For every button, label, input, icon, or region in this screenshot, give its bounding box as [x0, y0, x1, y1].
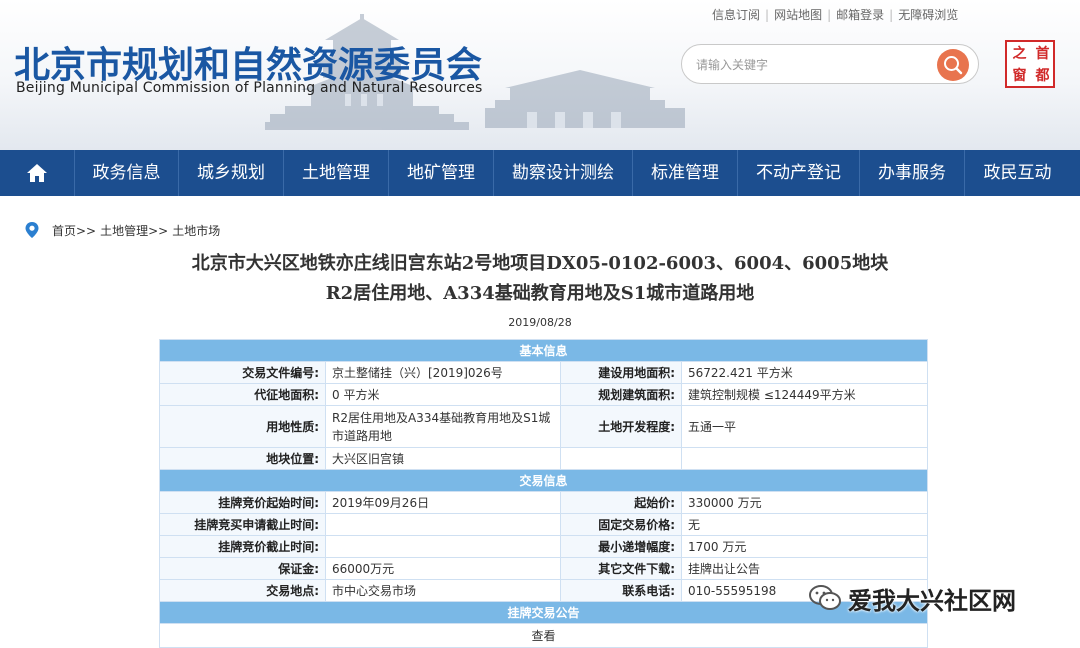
- site-logo-subtitle: Beijing Municipal Commission of Planning…: [16, 80, 483, 96]
- breadcrumb-home[interactable]: 首页>>: [52, 222, 96, 239]
- article-title: 北京市大兴区地铁亦庄线旧宫东站2号地项目DX05-0102-6003、6004、…: [0, 249, 1080, 309]
- breadcrumb-land-market[interactable]: 土地市场: [172, 222, 220, 239]
- home-icon: [27, 164, 47, 182]
- value-location: 大兴区旧宫镇: [325, 447, 561, 470]
- label-application-deadline: 挂牌竞买申请截止时间:: [159, 513, 326, 536]
- nav-item-real-estate-registration[interactable]: 不动产登记: [738, 150, 860, 196]
- label-bidding-deadline: 挂牌竞价截止时间:: [159, 535, 326, 558]
- watermark: 爱我大兴社区网: [808, 580, 1016, 616]
- empty-cell: [680, 447, 929, 470]
- label-doc-number: 交易文件编号:: [159, 361, 326, 384]
- top-links: 信息订阅 | 网站地图 | 邮箱登录 | 无障碍浏览: [712, 6, 958, 23]
- label-contact-phone: 联系电话:: [560, 579, 682, 602]
- value-development-level: 五通一平: [680, 405, 929, 448]
- capital-window-seal-logo[interactable]: 之 首 窗 都: [1005, 40, 1055, 88]
- seal-char: 都: [1035, 68, 1050, 84]
- article-date: 2019/08/28: [508, 316, 572, 329]
- link-sitemap[interactable]: 网站地图: [774, 8, 822, 22]
- site-header: 信息订阅 | 网站地图 | 邮箱登录 | 无障碍浏览 北京市规划和自然资源委员会 Beiji…: [0, 0, 1080, 150]
- empty-cell: [560, 447, 682, 470]
- value-trading-venue: 市中心交易市场: [325, 579, 561, 602]
- label-deposit: 保证金:: [159, 557, 326, 580]
- value-bidding-deadline: [325, 535, 561, 558]
- article-title-line1: 北京市大兴区地铁亦庄线旧宫东站2号地项目DX05-0102-6003、6004、…: [191, 253, 889, 274]
- value-fixed-price: 无: [680, 513, 929, 536]
- label-fixed-price: 固定交易价格:: [560, 513, 682, 536]
- search-box: [681, 44, 979, 84]
- breadcrumb: 首页>> 土地管理>> 土地市场: [24, 220, 220, 240]
- nav-item-government-info[interactable]: 政务信息: [75, 150, 179, 196]
- search-icon: [944, 56, 963, 75]
- search-button[interactable]: [937, 49, 969, 81]
- value-construction-land-area: 56722.421 平方米: [680, 361, 929, 384]
- value-land-use: R2居住用地及A334基础教育用地及S1城市道路用地: [325, 405, 561, 448]
- nav-item-services[interactable]: 办事服务: [860, 150, 965, 196]
- label-listing-start-time: 挂牌竞价起始时间:: [159, 491, 326, 514]
- seal-char: 首: [1035, 46, 1050, 62]
- value-planned-building-area: 建筑控制规模 ≤124449平方米: [680, 383, 929, 406]
- value-listing-start-time: 2019年09月26日: [325, 491, 561, 514]
- label-levy-area: 代征地面积:: [159, 383, 326, 406]
- value-doc-number: 京土整储挂（兴）[2019]026号: [325, 361, 561, 384]
- value-start-price: 330000 万元: [680, 491, 929, 514]
- value-levy-area: 0 平方米: [325, 383, 561, 406]
- link-accessibility[interactable]: 无障碍浏览: [898, 8, 958, 22]
- nav-item-land-management[interactable]: 土地管理: [284, 150, 389, 196]
- divider: |: [889, 8, 894, 22]
- label-start-price: 起始价:: [560, 491, 682, 514]
- seal-char: 之: [1012, 46, 1027, 62]
- nav-item-mineral-management[interactable]: 地矿管理: [389, 150, 494, 196]
- label-construction-land-area: 建设用地面积:: [560, 361, 682, 384]
- label-planned-building-area: 规划建筑面积:: [560, 383, 682, 406]
- label-location: 地块位置:: [159, 447, 326, 470]
- section-header-basic-info: 基本信息: [158, 339, 929, 362]
- label-min-increment: 最小递增幅度:: [560, 535, 682, 558]
- label-development-level: 土地开发程度:: [560, 405, 682, 448]
- link-subscribe[interactable]: 信息订阅: [712, 8, 760, 22]
- label-land-use: 用地性质:: [159, 405, 326, 448]
- link-mail-login[interactable]: 邮箱登录: [836, 8, 884, 22]
- section-header-trade-info: 交易信息: [158, 469, 929, 492]
- value-deposit: 66000万元: [325, 557, 561, 580]
- label-trading-venue: 交易地点:: [159, 579, 326, 602]
- location-pin-icon: [25, 222, 39, 238]
- nav-item-interaction[interactable]: 政民互动: [965, 150, 1070, 196]
- breadcrumb-land-management[interactable]: 土地管理>>: [100, 222, 168, 239]
- divider: |: [765, 8, 770, 22]
- label-other-documents: 其它文件下载:: [560, 557, 682, 580]
- watermark-text: 爱我大兴社区网: [848, 586, 1016, 615]
- nav-item-survey-design[interactable]: 勘察设计测绘: [494, 150, 633, 196]
- value-application-deadline: [325, 513, 561, 536]
- nav-item-standards[interactable]: 标准管理: [633, 150, 738, 196]
- link-listing-announcement[interactable]: 挂牌出让公告: [680, 557, 929, 580]
- seal-char: 窗: [1012, 68, 1027, 84]
- article-title-line2: R2居住用地、A334基础教育用地及S1城市道路用地: [325, 283, 755, 304]
- nav-home[interactable]: [0, 150, 75, 196]
- nav-item-urban-rural-planning[interactable]: 城乡规划: [179, 150, 284, 196]
- value-min-increment: 1700 万元: [680, 535, 929, 558]
- search-input[interactable]: [696, 54, 916, 76]
- wechat-icon: [809, 585, 841, 610]
- main-nav: 政务信息 城乡规划 土地管理 地矿管理 勘察设计测绘 标准管理 不动产登记 办事…: [0, 150, 1080, 196]
- divider: |: [827, 8, 832, 22]
